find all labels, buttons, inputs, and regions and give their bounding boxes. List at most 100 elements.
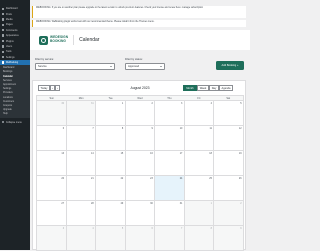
day-number: 1 (121, 102, 124, 105)
day-cell[interactable]: 7 (155, 226, 185, 251)
day-cell[interactable]: 6 (125, 226, 156, 251)
submenu-item-help[interactable]: Help (0, 112, 30, 116)
brand-logo: WEDESIGN BOOKING (39, 35, 68, 45)
day-cell[interactable]: 13 (36, 151, 67, 176)
day-cell[interactable]: 9 (125, 126, 156, 151)
day-number: 4 (210, 102, 212, 105)
view-day-button[interactable]: Day (209, 85, 219, 91)
day-cell[interactable]: 20 (36, 176, 67, 201)
day-header: Tue (108, 97, 113, 100)
plugin-icon (2, 39, 5, 43)
day-number: 27 (61, 202, 65, 205)
day-cell[interactable]: 2 (125, 101, 156, 126)
notice-subscription: WEBOOKING: If you are on another plan pl… (32, 6, 246, 18)
status-select[interactable]: Approved (125, 62, 165, 70)
view-agenda-button[interactable]: Agenda (219, 85, 233, 91)
day-cell[interactable]: 5 (214, 101, 245, 126)
day-number: 7 (92, 127, 94, 130)
day-number: 18 (209, 152, 212, 155)
pin-icon (2, 12, 5, 16)
page-title: Calendar (79, 37, 100, 43)
day-number: 26 (238, 177, 242, 180)
day-cell[interactable]: 10 (155, 126, 185, 151)
day-number: 2 (151, 102, 153, 105)
month-grid: Sun Mon Tue Wed Thu Fri Sat 30 31 1 2 3 4 5 6 7 8 9 10 11 1… (36, 95, 245, 251)
day-number: 15 (120, 152, 124, 155)
day-cell[interactable]: 23 (125, 176, 156, 201)
users-icon (2, 45, 5, 48)
day-number: 10 (179, 127, 183, 130)
day-number: 25 (209, 177, 212, 180)
plugin-header: WEDESIGN BOOKING Calendar (30, 30, 250, 50)
day-cell[interactable]: 22 (96, 176, 126, 201)
day-cell[interactable]: 11 (184, 126, 215, 151)
day-cell[interactable]: 3 (155, 101, 185, 126)
day-cell[interactable]: 28 (66, 201, 97, 226)
week-row: 13 14 15 16 17 18 19 (36, 151, 245, 176)
wrench-icon (2, 50, 5, 54)
notice-subscription-text: WEBOOKING: If you are on another plan pl… (36, 7, 203, 9)
day-cell[interactable]: 4 (66, 226, 97, 251)
day-cell[interactable]: 5 (96, 226, 126, 251)
day-cell[interactable]: 31 (66, 101, 97, 126)
sidebar-item-label: Users (5, 44, 13, 48)
day-number: 21 (90, 177, 94, 180)
day-cell[interactable]: 18 (184, 151, 215, 176)
view-week-button[interactable]: Week (197, 85, 209, 91)
sidebar-item-label: Tools (5, 50, 12, 54)
logo-mark-icon (39, 35, 48, 45)
media-icon (2, 18, 5, 21)
day-number: 29 (120, 202, 124, 205)
add-booking-button[interactable]: Add Booking + (216, 61, 244, 70)
day-cell[interactable]: 4 (184, 101, 215, 126)
day-cell[interactable]: 21 (66, 176, 97, 201)
day-number: 13 (61, 152, 65, 155)
day-number: 5 (121, 227, 124, 230)
day-cell[interactable]: 12 (214, 126, 245, 151)
sidebar-item-label: Media (5, 17, 13, 21)
collapse-menu-button[interactable]: Collapse menu (0, 120, 30, 125)
day-cell[interactable]: 31 (155, 201, 185, 226)
sidebar-item-label: Plugins (5, 39, 14, 43)
day-cell[interactable]: 15 (96, 151, 126, 176)
day-cell[interactable]: 3 (36, 226, 67, 251)
day-cell[interactable]: 14 (66, 151, 97, 176)
day-cell[interactable]: 1 (96, 101, 126, 126)
day-cell[interactable]: 26 (214, 176, 245, 201)
day-cell[interactable]: 29 (96, 201, 126, 226)
day-header: Sat (226, 97, 231, 100)
day-cell[interactable]: 24 (155, 176, 185, 201)
day-number: 17 (179, 152, 183, 155)
day-cell[interactable]: 6 (36, 126, 67, 151)
day-header: Wed (137, 97, 143, 100)
day-cell[interactable]: 2 (214, 201, 245, 226)
day-cell[interactable]: 19 (214, 151, 245, 176)
day-cell[interactable]: 17 (155, 151, 185, 176)
week-row: 6 7 8 9 10 11 12 (36, 126, 245, 151)
header-divider (73, 35, 75, 45)
day-number: 3 (62, 227, 65, 230)
sidebar-item-label: Settings (5, 55, 15, 59)
brand-line2: BOOKING (50, 39, 66, 43)
sidebar-item-label: Dashboard (5, 7, 18, 11)
day-cell[interactable]: 8 (96, 126, 126, 151)
day-number: 31 (90, 102, 94, 105)
day-cell[interactable]: 16 (125, 151, 156, 176)
view-month-button[interactable]: Month (183, 85, 197, 91)
day-cell[interactable]: 27 (36, 201, 67, 226)
service-select[interactable]: Service (35, 62, 115, 70)
day-cell[interactable]: 8 (184, 226, 215, 251)
day-number: 6 (151, 227, 153, 230)
day-header: Sun (49, 97, 54, 100)
notice-theme: WEBOOKING: WeBooking plugin works best w… (32, 20, 246, 27)
settings-icon (2, 56, 5, 59)
day-cell[interactable]: 7 (66, 126, 97, 151)
day-cell[interactable]: 25 (184, 176, 215, 201)
day-cell[interactable]: 9 (214, 226, 245, 251)
day-number: 28 (90, 202, 94, 205)
sidebar-item-label: WeBooking (5, 61, 19, 65)
day-cell[interactable]: 30 (125, 201, 156, 226)
day-cell[interactable]: 30 (36, 101, 67, 126)
day-cell[interactable]: 1 (184, 201, 215, 226)
collapse-menu-label: Collapse menu (5, 120, 22, 124)
